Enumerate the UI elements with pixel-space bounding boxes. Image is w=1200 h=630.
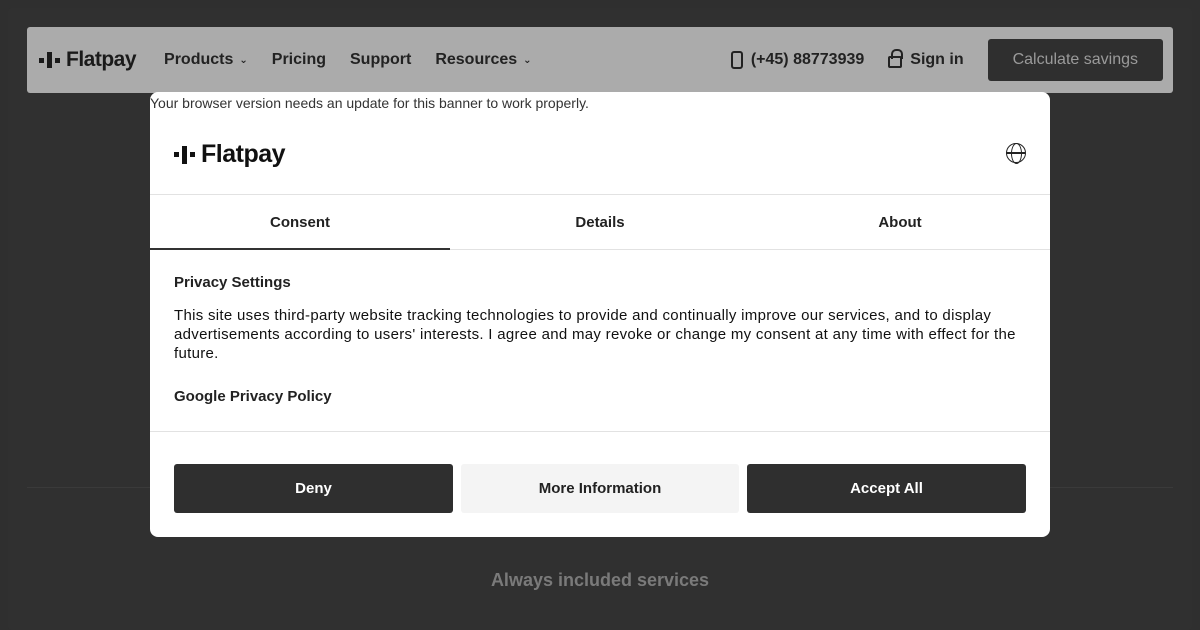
globe-icon[interactable] xyxy=(1006,143,1026,164)
services-heading: Always included services xyxy=(490,570,710,590)
modal-logo-text: Flatpay xyxy=(201,140,286,168)
site-logo[interactable]: Flatpay xyxy=(39,48,137,72)
nav-item-label: Resources xyxy=(435,51,518,68)
chevron-down-icon: ⌄ xyxy=(239,54,248,66)
phone-number: (+45) 88773939 xyxy=(750,51,865,68)
deny-button[interactable]: Deny xyxy=(174,464,453,513)
tab-details[interactable]: Details xyxy=(450,196,750,249)
nav-item-label: Pricing xyxy=(271,51,326,68)
nav-item-pricing[interactable]: Pricing xyxy=(272,51,326,69)
lock-icon xyxy=(888,49,904,68)
nav-item-resources[interactable]: Resources ⌄ xyxy=(435,51,531,69)
more-information-button[interactable]: More Information xyxy=(461,464,739,513)
top-navbar: Flatpay Products ⌄ Pricing Support Resou… xyxy=(27,27,1173,93)
accept-all-button[interactable]: Accept All xyxy=(747,464,1026,513)
tab-consent[interactable]: Consent xyxy=(150,196,450,250)
google-privacy-policy-link[interactable]: Google Privacy Policy xyxy=(174,388,1026,405)
consent-modal: Your browser version needs an update for… xyxy=(150,92,1050,537)
footer-divider xyxy=(150,431,1050,432)
flatpay-logo-icon xyxy=(174,145,195,164)
sign-in-label: Sign in xyxy=(910,51,964,68)
modal-header: Your browser version needs an update for… xyxy=(150,92,1050,195)
nav-item-label: Products xyxy=(164,51,234,68)
site-logo-text: Flatpay xyxy=(66,48,137,71)
modal-logo: Flatpay xyxy=(174,140,286,169)
phone-icon xyxy=(730,51,743,69)
tab-about[interactable]: About xyxy=(750,196,1050,249)
calculate-savings-button[interactable]: Calculate savings xyxy=(987,39,1163,81)
nav-item-support[interactable]: Support xyxy=(350,51,411,69)
consent-tabs: Consent Details About xyxy=(150,196,1050,250)
browser-warning: Your browser version needs an update for… xyxy=(150,95,589,111)
privacy-settings-text: This site uses third-party website track… xyxy=(174,307,1016,362)
phone-link[interactable]: (+45) 88773939 xyxy=(730,51,865,69)
sign-in-link[interactable]: Sign in xyxy=(888,49,964,69)
privacy-settings-title: Privacy Settings xyxy=(174,274,291,291)
consent-content: Privacy Settings This site uses third-pa… xyxy=(174,274,1026,405)
flatpay-logo-icon xyxy=(39,52,60,68)
nav-item-label: Support xyxy=(350,51,412,68)
consent-buttons: Deny More Information Accept All xyxy=(174,464,1026,513)
chevron-down-icon: ⌄ xyxy=(523,54,532,66)
nav-item-products[interactable]: Products ⌄ xyxy=(164,51,248,69)
